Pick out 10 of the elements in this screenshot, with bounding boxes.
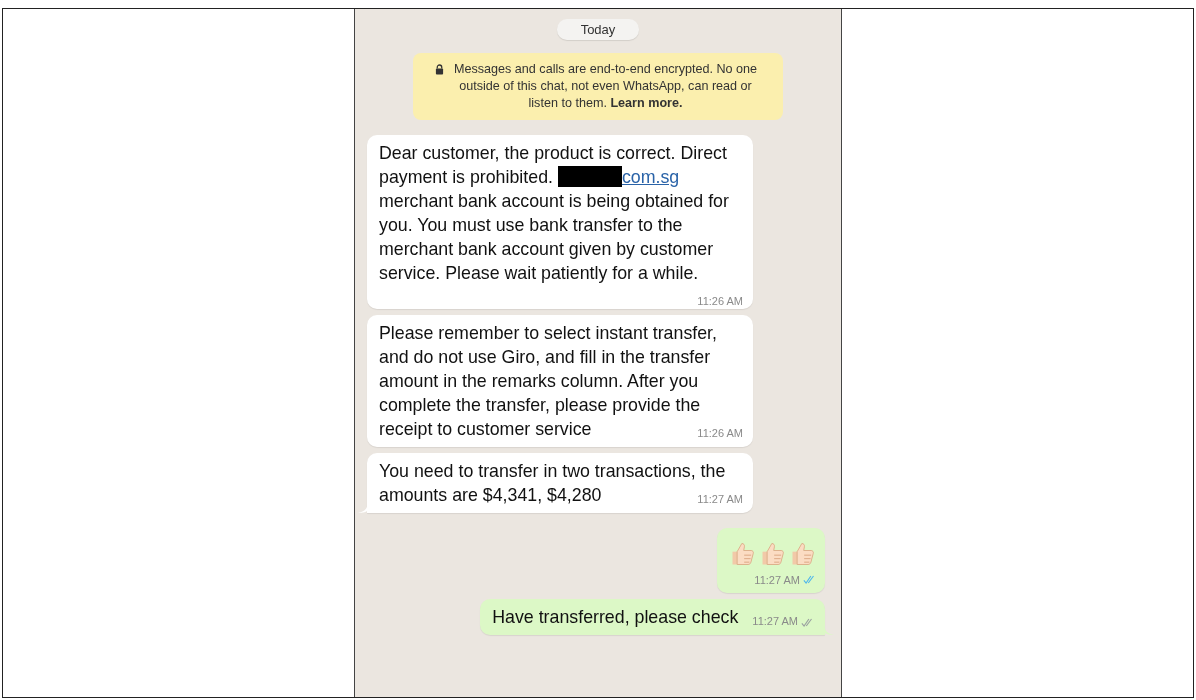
message-text: Please remember to select instant transfer, and do not use Giro, and fill in the transfer amount in the remarks column. After you complete the transfer, please provide the receipt to customer service 11:26 AM [379,322,743,441]
lock-icon [435,64,444,75]
redaction-block [557,166,622,187]
message-text: Dear customer, the product is correct. Direct payment is prohibited. com.sg merchant bank account is being obtained for you. You must use bank transfer to the merchant bank account given by customer service. Please wait patiently for a while. 11:26 AM [379,142,743,303]
message-text: You need to transfer in two transactions, the amounts are $4,341, $4,280 11:27 AM [379,460,743,507]
message-link[interactable]: com.sg [621,167,680,187]
date-chip: Today [556,19,640,40]
message-time: 11:27 AM [754,573,800,588]
notice-text: Messages and calls are end-to-end encrypted. No one outside of this chat, not even WhatsApp, can read or listen to them. Learn more. [452,61,759,112]
message-text: Have transferred, please check 11:27 AM [492,606,798,629]
